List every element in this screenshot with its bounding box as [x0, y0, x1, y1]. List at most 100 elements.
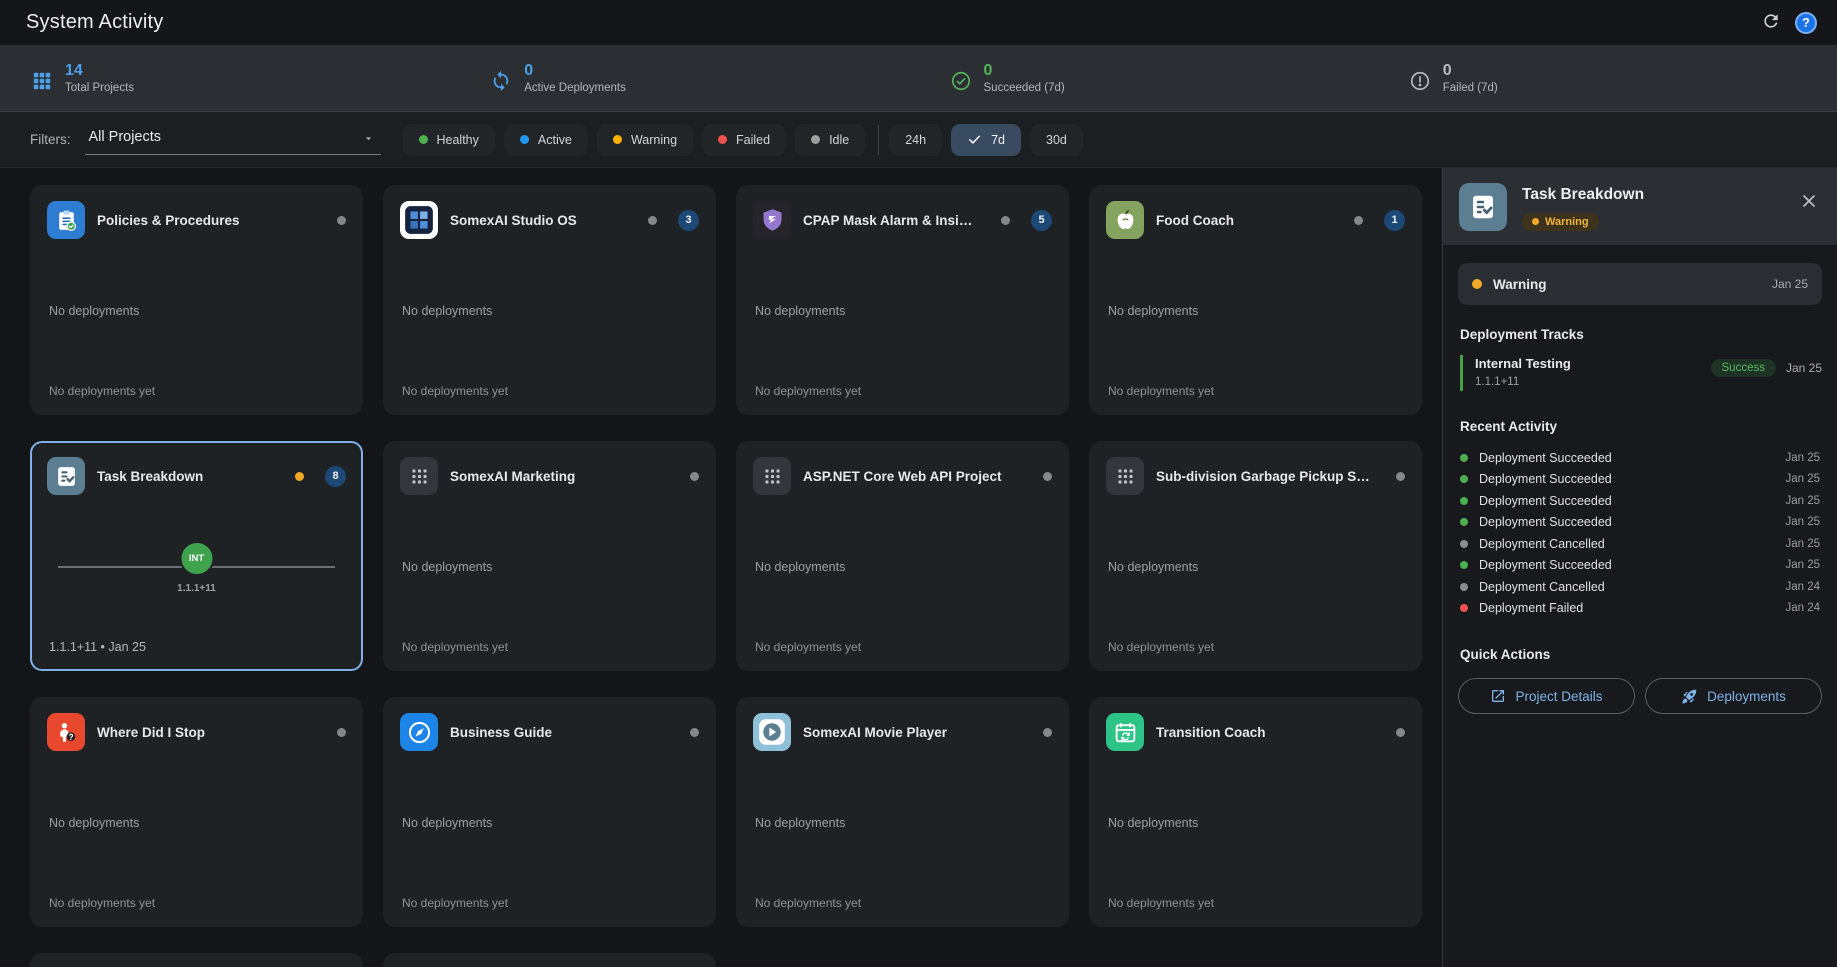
- project-title: SomexAI Marketing: [450, 469, 575, 484]
- project-icon: [47, 457, 85, 495]
- card-body-text: No deployments: [1108, 304, 1198, 318]
- count-badge: 8: [325, 466, 346, 487]
- activity-label: Deployment Succeeded: [1479, 494, 1612, 508]
- filters-label: Filters:: [30, 132, 71, 147]
- project-icon: [1106, 201, 1144, 239]
- status-chip-label: Idle: [829, 133, 849, 147]
- project-filter-value: All Projects: [89, 129, 162, 145]
- action-label: Deployments: [1707, 689, 1786, 704]
- status-filter-chip[interactable]: Active: [504, 124, 588, 156]
- quick-actions-heading: Quick Actions: [1460, 647, 1820, 662]
- stat-value: 14: [65, 62, 134, 80]
- panel-header: Task Breakdown Warning: [1443, 168, 1837, 245]
- project-icon: [400, 201, 438, 239]
- activity-date: Jan 25: [1785, 538, 1820, 550]
- status-filter-chip[interactable]: Warning: [597, 124, 693, 156]
- status-filter-chip[interactable]: Failed: [702, 124, 786, 156]
- status-dot: [1043, 472, 1052, 481]
- status-dot: [337, 216, 346, 225]
- activity-row: Deployment Succeeded Jan 25: [1458, 469, 1822, 491]
- card-header: Where Did I Stop: [32, 699, 361, 751]
- project-filter-select[interactable]: All Projects: [85, 125, 381, 155]
- project-title: CPAP Mask Alarm & Insights: [803, 213, 977, 228]
- stat-label: Total Projects: [65, 82, 134, 94]
- projects-grid: Policies & Procedures No deployments No …: [0, 168, 1442, 967]
- card-header: Policies & Procedures: [32, 187, 361, 239]
- page-title: System Activity: [26, 11, 163, 34]
- activity-row: Deployment Cancelled Jan 25: [1458, 533, 1822, 555]
- track-item: Internal Testing 1.1.1+11 Success Jan 25: [1460, 355, 1822, 391]
- project-card[interactable]: [383, 953, 716, 967]
- chevron-down-icon: [362, 132, 375, 145]
- project-card[interactable]: Policies & Procedures No deployments No …: [30, 185, 363, 415]
- activity-dot-icon: [1460, 454, 1468, 462]
- stat-icon: [949, 69, 973, 93]
- status-dot: [1043, 728, 1052, 737]
- project-card[interactable]: SomexAI Studio OS 3 No deployments No de…: [383, 185, 716, 415]
- panel-status-badge: Warning: [1522, 213, 1599, 231]
- project-card[interactable]: Task Breakdown 8 INT 1.1.1+11 1.1.1+11 •…: [30, 441, 363, 671]
- status-filter-chip[interactable]: Healthy: [403, 124, 495, 156]
- quick-action-button[interactable]: Project Details: [1458, 678, 1635, 714]
- stat-block: 0 Failed (7d): [1378, 62, 1837, 95]
- time-range-label: 24h: [905, 133, 926, 147]
- activity-label: Deployment Cancelled: [1479, 580, 1605, 594]
- project-card[interactable]: ASP.NET Core Web API Project No deployme…: [736, 441, 1069, 671]
- refresh-button[interactable]: [1761, 11, 1781, 34]
- action-icon: [1681, 688, 1698, 705]
- stats-bar: 14 Total Projects 0 Active Deployments 0…: [0, 45, 1837, 112]
- project-icon: [753, 201, 791, 239]
- check-icon: [967, 132, 982, 147]
- project-card[interactable]: Transition Coach No deployments No deplo…: [1089, 697, 1422, 927]
- project-icon: [47, 201, 85, 239]
- status-dot: [1001, 216, 1010, 225]
- project-card[interactable]: Sub-division Garbage Pickup Sign-up No d…: [1089, 441, 1422, 671]
- close-panel-button[interactable]: [1799, 191, 1819, 214]
- time-range-button[interactable]: 24h: [889, 124, 942, 156]
- activity-list: Deployment Succeeded Jan 25 Deployment S…: [1458, 447, 1822, 619]
- project-icon: [400, 713, 438, 751]
- project-card[interactable]: SomexAI Marketing No deployments No depl…: [383, 441, 716, 671]
- status-date: Jan 25: [1772, 277, 1808, 291]
- project-card[interactable]: Food Coach 1 No deployments No deploymen…: [1089, 185, 1422, 415]
- activity-row: Deployment Succeeded Jan 25: [1458, 490, 1822, 512]
- project-icon: [400, 457, 438, 495]
- card-header: [385, 955, 714, 967]
- project-card[interactable]: Where Did I Stop No deployments No deplo…: [30, 697, 363, 927]
- track-version: 1.1.1+11: [1475, 376, 1571, 388]
- activity-label: Deployment Succeeded: [1479, 451, 1612, 465]
- activity-date: Jan 25: [1785, 473, 1820, 485]
- filters-bar: Filters: All Projects Healthy Active War…: [0, 112, 1837, 168]
- card-footer-text: No deployments yet: [49, 384, 155, 398]
- quick-action-button[interactable]: Deployments: [1645, 678, 1822, 714]
- card-header: Sub-division Garbage Pickup Sign-up: [1091, 443, 1420, 495]
- card-footer-text: 1.1.1+11 • Jan 25: [49, 640, 146, 654]
- time-range-button[interactable]: 7d: [951, 124, 1021, 156]
- status-dot: [1396, 728, 1405, 737]
- project-card[interactable]: [30, 953, 363, 967]
- count-badge: 5: [1031, 210, 1052, 231]
- project-title: ASP.NET Core Web API Project: [803, 469, 1002, 484]
- project-title: Policies & Procedures: [97, 213, 240, 228]
- project-icon: [47, 713, 85, 751]
- time-range-button[interactable]: 30d: [1030, 124, 1083, 156]
- activity-dot-icon: [1460, 561, 1468, 569]
- status-chip-label: Warning: [631, 133, 677, 147]
- card-body-text: No deployments: [49, 816, 139, 830]
- panel-title: Task Breakdown: [1522, 186, 1644, 204]
- activity-dot-icon: [1460, 497, 1468, 505]
- status-filter-chip[interactable]: Idle: [795, 124, 865, 156]
- project-title: Where Did I Stop: [97, 725, 205, 740]
- time-range-label: 7d: [991, 133, 1005, 147]
- quick-actions: Project Details Deployments: [1458, 678, 1822, 714]
- card-header: SomexAI Marketing: [385, 443, 714, 495]
- stat-icon: [489, 69, 513, 93]
- project-card[interactable]: SomexAI Movie Player No deployments No d…: [736, 697, 1069, 927]
- project-card[interactable]: Business Guide No deployments No deploym…: [383, 697, 716, 927]
- card-header: Transition Coach: [1091, 699, 1420, 751]
- activity-date: Jan 24: [1785, 581, 1820, 593]
- help-button[interactable]: ?: [1795, 12, 1817, 34]
- activity-row: Deployment Cancelled Jan 24: [1458, 576, 1822, 598]
- project-card[interactable]: CPAP Mask Alarm & Insights 5 No deployme…: [736, 185, 1069, 415]
- card-footer-text: No deployments yet: [1108, 384, 1214, 398]
